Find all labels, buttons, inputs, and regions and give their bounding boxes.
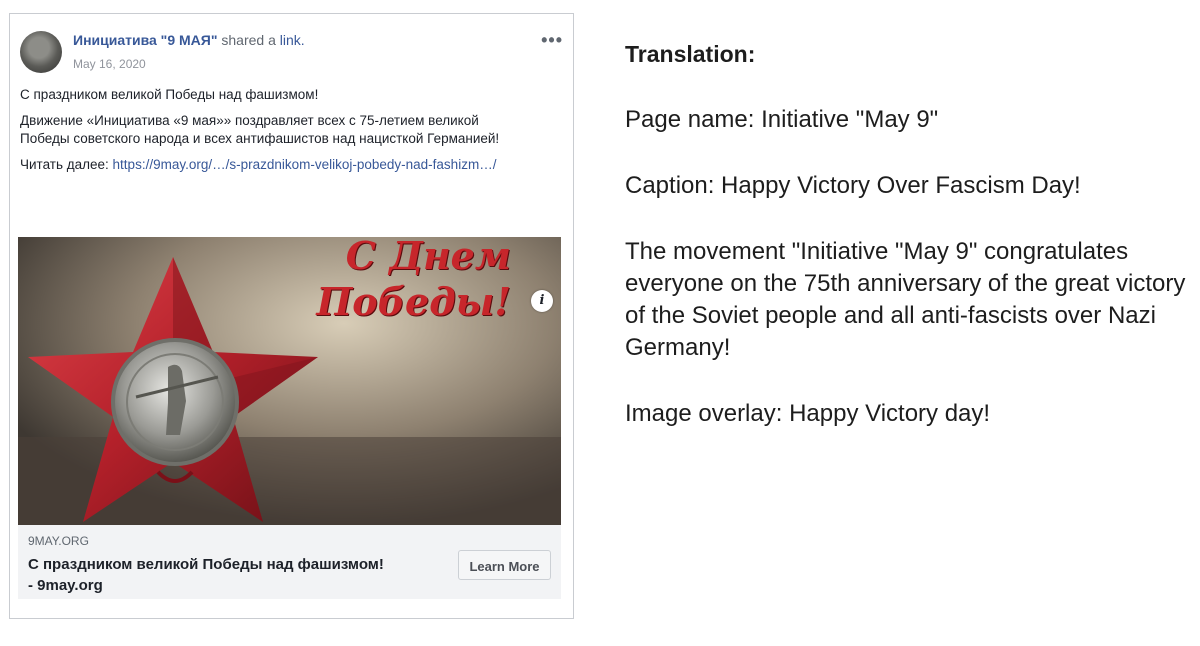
read-more-url[interactable]: https://9may.org/…/s-prazdnikom-velikoj-… [113,157,497,172]
facebook-post-card: Инициатива "9 МАЯ" shared a link. May 16… [9,13,574,619]
translation-panel: Translation: Page name: Initiative "May … [625,38,1195,464]
translation-caption: Caption: Happy Victory Over Fascism Day! [625,172,1081,199]
shared-text: shared a [221,32,276,48]
read-more-label: Читать далее: [20,157,109,172]
page-name-link[interactable]: Инициатива "9 МАЯ" [73,32,217,48]
link-domain: 9MAY.ORG [28,534,89,548]
post-date[interactable]: May 16, 2020 [73,57,146,71]
read-more-line: Читать далее: https://9may.org/…/s-prazd… [20,156,520,174]
caption-title: С праздником великой Победы над фашизмом… [20,87,319,102]
overlay-line-2: Победы! [316,279,511,324]
translation-page-name: Page name: Initiative "May 9" [625,106,939,133]
shared-link-word[interactable]: link. [280,32,305,48]
info-icon[interactable]: i [531,290,553,312]
more-options-icon[interactable]: ••• [541,30,563,51]
caption-body: Движение «Инициатива «9 мая»» поздравляе… [20,113,500,146]
learn-more-button[interactable]: Learn More [458,550,551,580]
link-title[interactable]: С праздником великой Победы над фашизмом… [28,554,388,596]
post-caption: С праздником великой Победы над фашизмом… [20,86,520,182]
translation-body: The movement "Initiative "May 9" congrat… [625,238,1186,361]
translation-title: Translation: [625,41,756,67]
page-avatar[interactable] [20,31,62,73]
image-overlay-text: С Днем Победы! [316,237,511,325]
link-preview-footer[interactable]: 9MAY.ORG С праздником великой Победы над… [18,525,561,599]
post-header: Инициатива "9 МАЯ" shared a link. [73,32,305,48]
overlay-line-1: С Днем [345,237,511,278]
translation-overlay: Image overlay: Happy Victory day! [625,400,991,427]
link-preview-image[interactable]: С Днем Победы! [18,237,561,525]
